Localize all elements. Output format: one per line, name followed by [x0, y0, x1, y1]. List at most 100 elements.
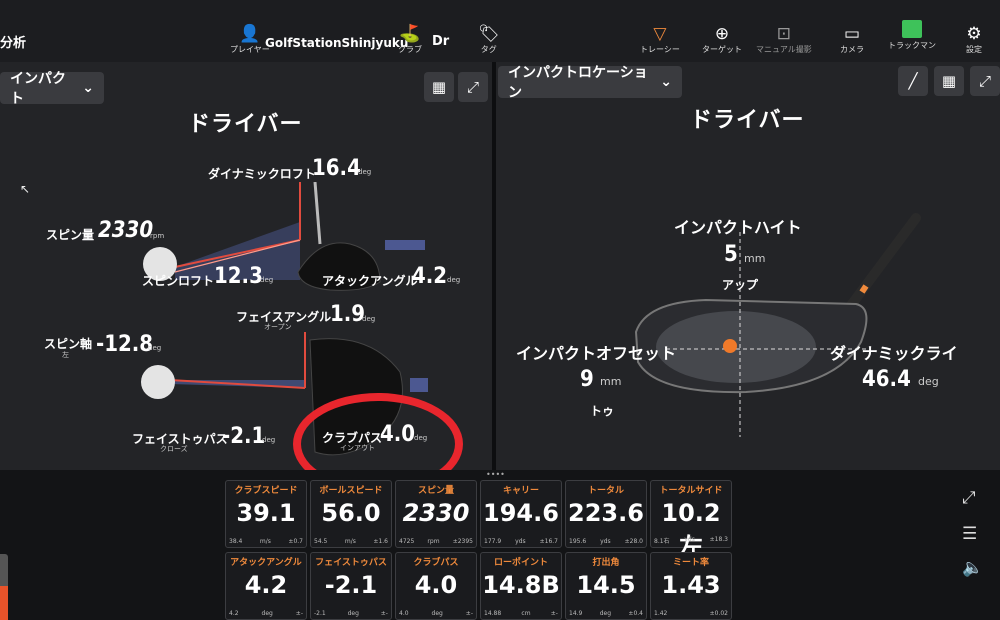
attack-angle-bar — [385, 240, 425, 250]
grid-view-button[interactable]: ▦ — [934, 66, 964, 96]
metric-footer: 4.0 deg ±- — [399, 610, 473, 617]
player-button[interactable]: 👤 プレイヤー — [230, 24, 270, 55]
metric-value: 4.2 — [244, 571, 288, 599]
chevron-down-icon: ⌄ — [660, 74, 672, 90]
sliders-icon[interactable]: ☰ — [962, 524, 977, 544]
speaker-icon[interactable]: 🔈 — [962, 558, 983, 578]
player-icon: 👤 — [239, 24, 261, 44]
side-tab[interactable] — [0, 586, 8, 620]
drag-handle[interactable]: •••• — [486, 470, 505, 479]
metric-spread: ±- — [550, 610, 558, 617]
grid-icon: ▦ — [431, 78, 447, 96]
camera-icon: ▭ — [843, 24, 861, 44]
manual-capture-button[interactable]: ⊡ マニュアル撮影 — [756, 24, 812, 55]
metric-tile[interactable]: スピン量 2330 4725 rpm ±2395 — [395, 480, 477, 548]
dynamic-lie-unit: deg — [918, 375, 939, 388]
metric-label: クラブパス — [413, 558, 459, 568]
metric-value: 194.6 — [483, 499, 559, 527]
grid-icon: ▦ — [941, 72, 957, 90]
metric-tile[interactable]: クラブパス 4.0 4.0 deg ±- — [395, 552, 477, 620]
analysis-title: 分析 — [0, 36, 27, 51]
trackman-button[interactable]: トラックマン — [888, 20, 936, 51]
metric-value: 39.1 — [236, 499, 296, 527]
metric-avg: 8.1右 — [654, 538, 670, 545]
metric-tile[interactable]: クラブスピード 39.1 38.4 m/s ±0.7 — [225, 480, 307, 548]
metric-value: -2.1 — [324, 571, 378, 599]
target-button[interactable]: ⊕ ターゲット — [702, 24, 742, 55]
spin-rate-unit: rpm — [150, 232, 165, 240]
spin-rate-label: スピン量 — [46, 228, 95, 242]
club-icon: ⛳ — [399, 24, 421, 44]
dynamic-loft-unit: deg — [358, 168, 372, 176]
metric-footer: 14.9 deg ±0.4 — [569, 610, 643, 617]
metric-tile[interactable]: フェイストゥパス -2.1 -2.1 deg ±- — [310, 552, 392, 620]
venue-name: GolfStationShinjyuku — [265, 36, 409, 50]
metric-tile[interactable]: ボールスピード 56.0 54.5 m/s ±1.6 — [310, 480, 392, 548]
settings-button[interactable]: ⚙ 設定 — [966, 24, 982, 55]
metric-unit: yds — [515, 538, 526, 545]
metric-unit: yds — [600, 538, 611, 545]
grid-view-button[interactable]: ▦ — [424, 72, 454, 102]
metric-avg: 4.0 — [399, 610, 409, 617]
metric-spread: ±0.02 — [709, 610, 728, 617]
metric-spread: ±- — [380, 610, 388, 617]
spin-axis-value: -12.8 — [96, 332, 154, 357]
dynamic-lie-label: ダイナミックライ — [830, 344, 958, 363]
metric-tile[interactable]: ローポイント 14.8B 14.88 cm ±- — [480, 552, 562, 620]
spin-loft-unit: deg — [260, 276, 274, 284]
metric-avg: 14.9 — [569, 610, 583, 617]
metric-spread: ±- — [465, 610, 473, 617]
metric-spread: ±0.7 — [288, 538, 303, 545]
metric-tile[interactable]: 打出角 14.5 14.9 deg ±0.4 — [565, 552, 647, 620]
face-angle-unit: deg — [362, 315, 376, 323]
dynamic-lie-value: 46.4 — [862, 367, 911, 392]
metric-footer: 195.6 yds ±28.0 — [569, 538, 643, 545]
metric-tile[interactable]: アタックアングル 4.2 4.2 deg ±- — [225, 552, 307, 620]
metric-value: 14.8B — [482, 571, 560, 599]
tracer-button[interactable]: ▽ トレーシー — [640, 24, 680, 55]
metric-tile[interactable]: キャリー 194.6 177.9 yds ±16.7 — [480, 480, 562, 548]
metric-footer: 4725 rpm ±2395 — [399, 538, 473, 545]
metric-label: アタックアングル — [230, 558, 302, 568]
gear-icon: ⚙ — [966, 24, 982, 44]
metric-unit: m/s — [344, 538, 356, 545]
expand-icon[interactable]: ⤢ — [962, 488, 976, 508]
metric-tile[interactable]: ミート率 1.43 1.42 ±0.02 — [650, 552, 732, 620]
metric-tile[interactable]: トータル 223.6 195.6 yds ±28.0 — [565, 480, 647, 548]
metric-value: 223.6 — [568, 499, 644, 527]
club-button[interactable]: ⛳ クラブ — [398, 24, 422, 55]
tracer-icon: ▽ — [653, 24, 667, 44]
metric-avg: 1.42 — [654, 610, 668, 617]
metric-label: トータルサイド — [659, 486, 723, 496]
tag-button[interactable]: 🏷 タグ — [478, 24, 500, 55]
chevron-down-icon: ⌄ — [82, 80, 94, 96]
metric-unit: m/s — [259, 538, 271, 545]
draw-button[interactable]: ╱ — [898, 66, 928, 96]
fullscreen-button[interactable]: ⤢ — [970, 66, 1000, 96]
metric-footer: -2.1 deg ±- — [314, 610, 388, 617]
shaft-band — [859, 284, 869, 294]
impact-location-dropdown[interactable]: インパクトロケーション ⌄ — [498, 65, 682, 101]
metric-avg: 195.6 — [569, 538, 587, 545]
metric-unit: deg — [431, 610, 443, 617]
metric-avg: 177.9 — [484, 538, 502, 545]
camera-button[interactable]: ▭ カメラ — [840, 24, 864, 55]
impact-view-dropdown[interactable]: インパクト ⌄ — [0, 71, 104, 107]
metric-footer: 14.88 cm ±- — [484, 610, 558, 617]
metric-value: 56.0 — [321, 499, 381, 527]
face-to-path-value: -2.1 — [222, 424, 266, 449]
manual-capture-icon: ⊡ — [776, 24, 791, 44]
metric-tile[interactable]: トータルサイド 10.2左 8.1右 yds ±18.3 — [650, 480, 732, 561]
club-path-bar — [410, 378, 428, 392]
impact-offset-sub: トゥ — [590, 404, 615, 418]
dynamic-loft-value: 16.4 — [312, 156, 361, 181]
side-handle[interactable] — [0, 554, 8, 590]
metric-value: 1.43 — [661, 571, 721, 599]
metrics-area: •••• クラブスピード 39.1 38.4 m/s ±0.7 ボールスピード 56.0 54… — [0, 470, 1000, 620]
metric-value: 4.0 — [414, 571, 458, 599]
impact-offset-unit: mm — [600, 375, 622, 388]
face-to-path-sub: クローズ — [160, 445, 188, 453]
metric-label: 打出角 — [592, 558, 620, 568]
metric-spread: ±16.7 — [539, 538, 558, 545]
fullscreen-button[interactable]: ⤢ — [458, 72, 488, 102]
